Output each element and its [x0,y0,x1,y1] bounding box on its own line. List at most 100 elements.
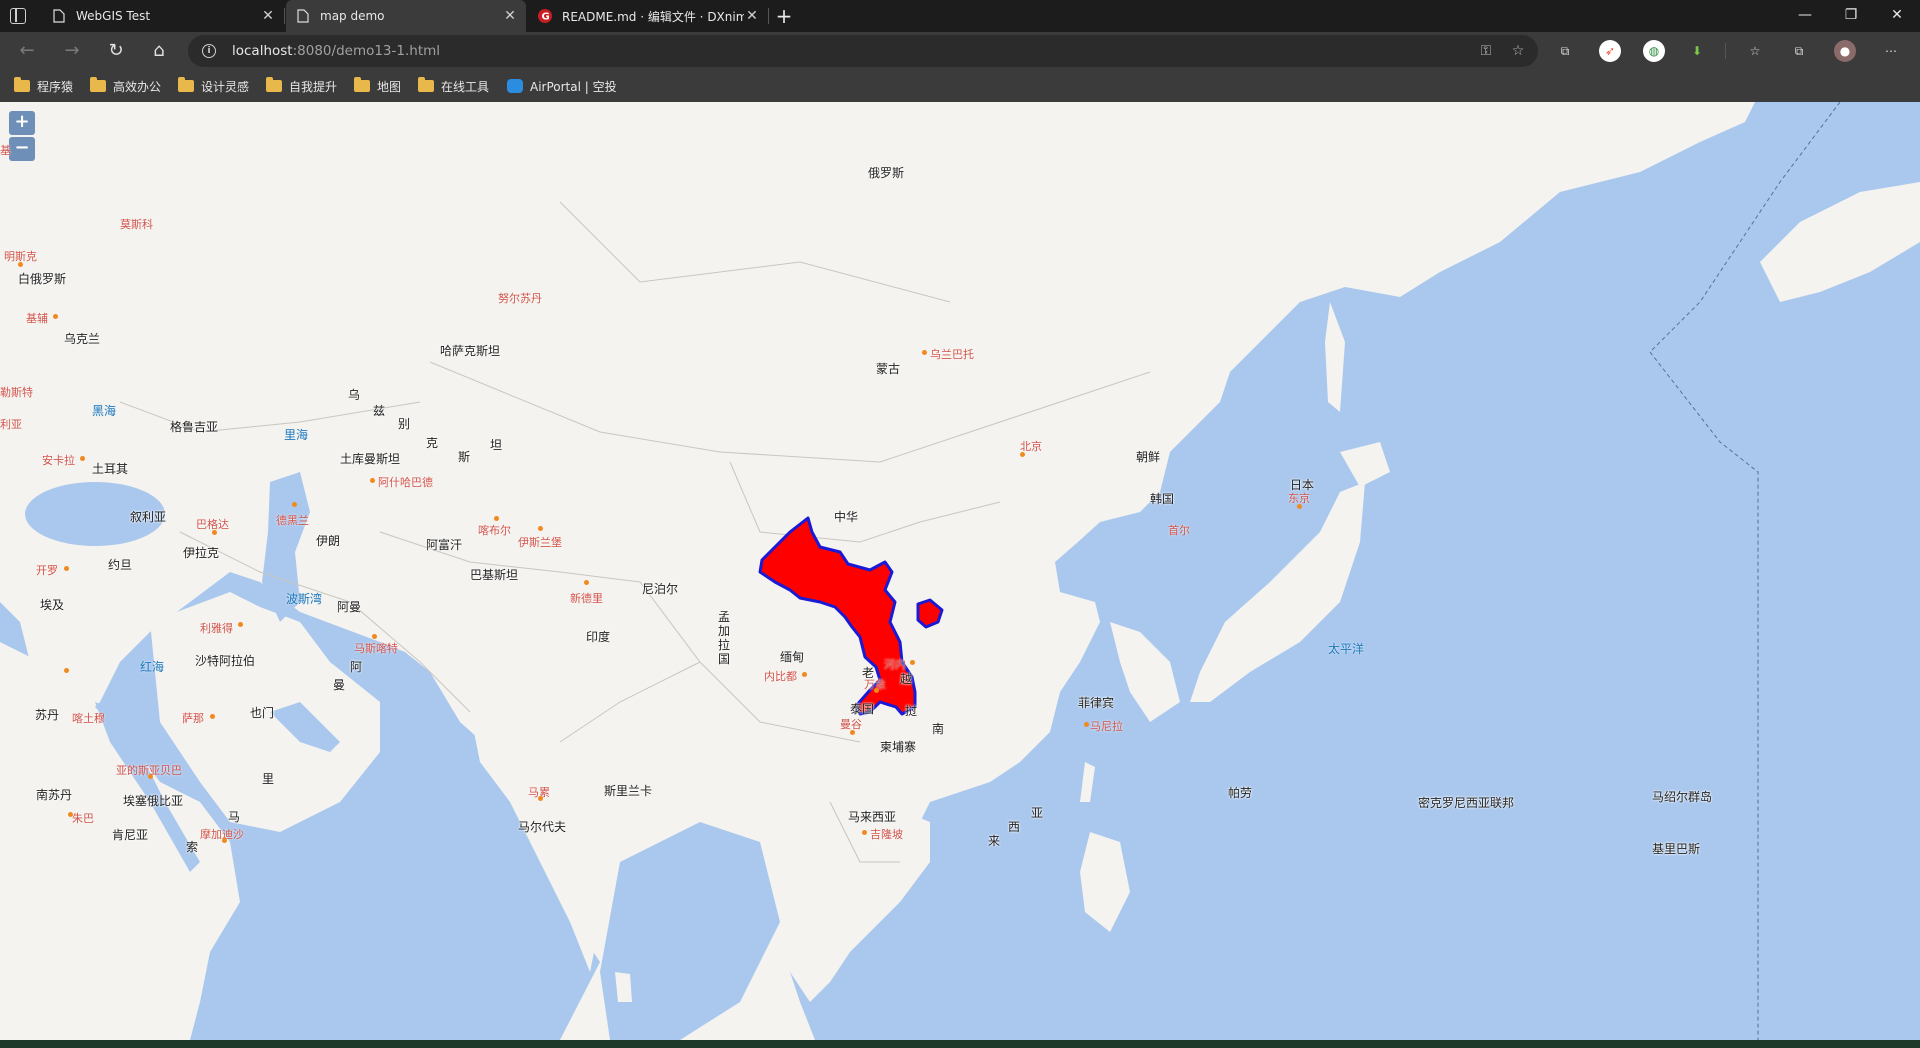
back-button[interactable]: ← [15,39,39,63]
address-bar[interactable]: i localhost:8080/demo13-1.html ⚿ ☆ [188,35,1538,67]
land-japan [1190,482,1365,702]
refresh-button[interactable]: ↻ [104,39,128,63]
city-label: 吉隆坡 [870,828,903,841]
bookmark-folder[interactable]: 地图 [354,70,401,102]
maximize-button[interactable]: ❐ [1828,0,1874,32]
country-label: 阿 [350,660,363,674]
bookmarks-bar: 程序猿 高效办公 设计灵感 自我提升 地图 在线工具 AirPortal | 空… [0,70,1920,102]
add-favorite-icon[interactable]: ☆ [1510,43,1526,59]
bookmark-airportal[interactable]: AirPortal | 空投 [507,70,617,102]
country-label: 尼泊尔 [642,582,679,596]
city-label: 基 [0,144,11,157]
tab-webgis-test[interactable]: WebGIS Test ✕ [42,0,284,32]
bookmark-label: 高效办公 [113,79,162,94]
close-icon[interactable]: ✕ [744,8,760,24]
country-label: 也门 [250,706,275,720]
map-canvas[interactable]: + − 俄罗斯 白俄罗斯 乌克兰 哈萨克斯坦 蒙古 格鲁吉亚 土耳其 土库曼斯坦… [0,102,1920,1040]
country-label: 马来西亚 [848,810,897,824]
swift-extension-icon[interactable]: ➶ [1599,40,1621,62]
toolbar-separator [1725,43,1726,59]
favorites-icon[interactable]: ☆ [1744,40,1766,62]
bookmark-folder[interactable]: 在线工具 [418,70,489,102]
city-dot [922,350,927,355]
country-label: 朝鲜 [1136,450,1161,464]
close-icon[interactable]: ✕ [502,8,518,24]
toolbar: ← → ↻ ⌂ i localhost:8080/demo13-1.html ⚿… [0,32,1920,70]
tab-actions-icon[interactable] [10,8,26,24]
country-label: 菲律宾 [1078,696,1115,710]
tab-strip: WebGIS Test ✕ map demo ✕ G README.md · 编… [0,0,1920,32]
country-label: 柬埔寨 [880,740,917,754]
country-label: 来 [988,834,1001,848]
tab-label: map demo [320,9,385,23]
url-text[interactable]: localhost:8080/demo13-1.html [232,35,440,67]
bookmark-folder[interactable]: 高效办公 [90,70,161,102]
city-label: 努尔苏丹 [498,292,542,305]
land-hokkaido [1340,442,1390,487]
tab-map-demo[interactable]: map demo ✕ [286,0,526,32]
country-label: 马绍尔群岛 [1652,790,1713,804]
country-label: 叙利亚 [130,510,167,524]
tab-readme[interactable]: G README.md · 编辑文件 · DXnima ✕ [528,0,768,32]
city-dot [862,830,867,835]
more-icon[interactable]: ⋯ [1880,40,1902,62]
sea-label: 波斯湾 [286,592,323,606]
country-label: 俄罗斯 [868,166,905,180]
gitee-icon: G [538,9,552,23]
extension-icon[interactable]: ⧉ [1554,40,1576,62]
page-icon [296,9,310,23]
city-dot [212,530,217,535]
city-label: 马尼拉 [1090,720,1123,733]
download-extension-icon[interactable]: ⬇ [1686,40,1708,62]
key-icon[interactable]: ⚿ [1478,43,1494,59]
city-label: 朱巴 [72,812,94,825]
country-label: 克 [426,436,439,450]
zoom-out-button[interactable]: − [9,137,35,161]
country-label: 斯里兰卡 [604,784,653,798]
bookmark-folder[interactable]: 程序猿 [14,70,73,102]
city-label: 基辅 [26,312,48,325]
country-label: 密克罗尼西亚联邦 [1418,796,1515,810]
new-tab-button[interactable]: + [772,4,796,28]
taskbar-strip [0,1040,1920,1048]
city-dot [222,838,227,843]
info-icon[interactable]: i [202,44,216,58]
close-icon[interactable]: ✕ [260,8,276,24]
city-dot [538,796,543,801]
bookmark-label: AirPortal | 空投 [530,79,617,94]
bookmark-folder[interactable]: 自我提升 [266,70,337,102]
home-button[interactable]: ⌂ [147,39,171,63]
globe-extension-icon[interactable]: ◍ [1643,40,1665,62]
city-dot [64,668,69,673]
country-label: 里 [262,772,275,786]
zoom-in-button[interactable]: + [9,111,35,135]
bookmark-folder[interactable]: 设计灵感 [178,70,249,102]
city-dot [68,812,73,817]
land-korea [1110,622,1180,722]
city-label: 喀布尔 [478,524,511,537]
country-label: 帕劳 [1228,786,1253,800]
country-label: 坦 [490,438,503,452]
sea-label: 黑海 [92,404,117,418]
forward-button[interactable]: → [60,39,84,63]
country-label: 阿曼 [337,600,362,614]
city-label: 阿什哈巴德 [378,476,433,489]
country-label: 白俄罗斯 [18,272,67,286]
city-dot [874,688,879,693]
collections-icon[interactable]: ⧉ [1788,40,1810,62]
country-label: 格鲁吉亚 [170,420,219,434]
close-window-button[interactable]: ✕ [1874,0,1920,32]
country-label: 中华 [834,510,859,524]
country-label: 缅甸 [780,650,805,664]
bookmark-label: 设计灵感 [201,79,250,94]
country-label: 约旦 [108,558,133,572]
tab-separator [284,8,285,24]
city-dot [1084,722,1089,727]
country-label: 国 [718,652,731,666]
profile-avatar[interactable]: ● [1834,40,1856,62]
city-dot [53,314,58,319]
city-dot [802,672,807,677]
map-basemap [0,102,1920,1040]
minimize-button[interactable]: — [1782,0,1828,32]
country-label: 挝 [905,704,918,718]
